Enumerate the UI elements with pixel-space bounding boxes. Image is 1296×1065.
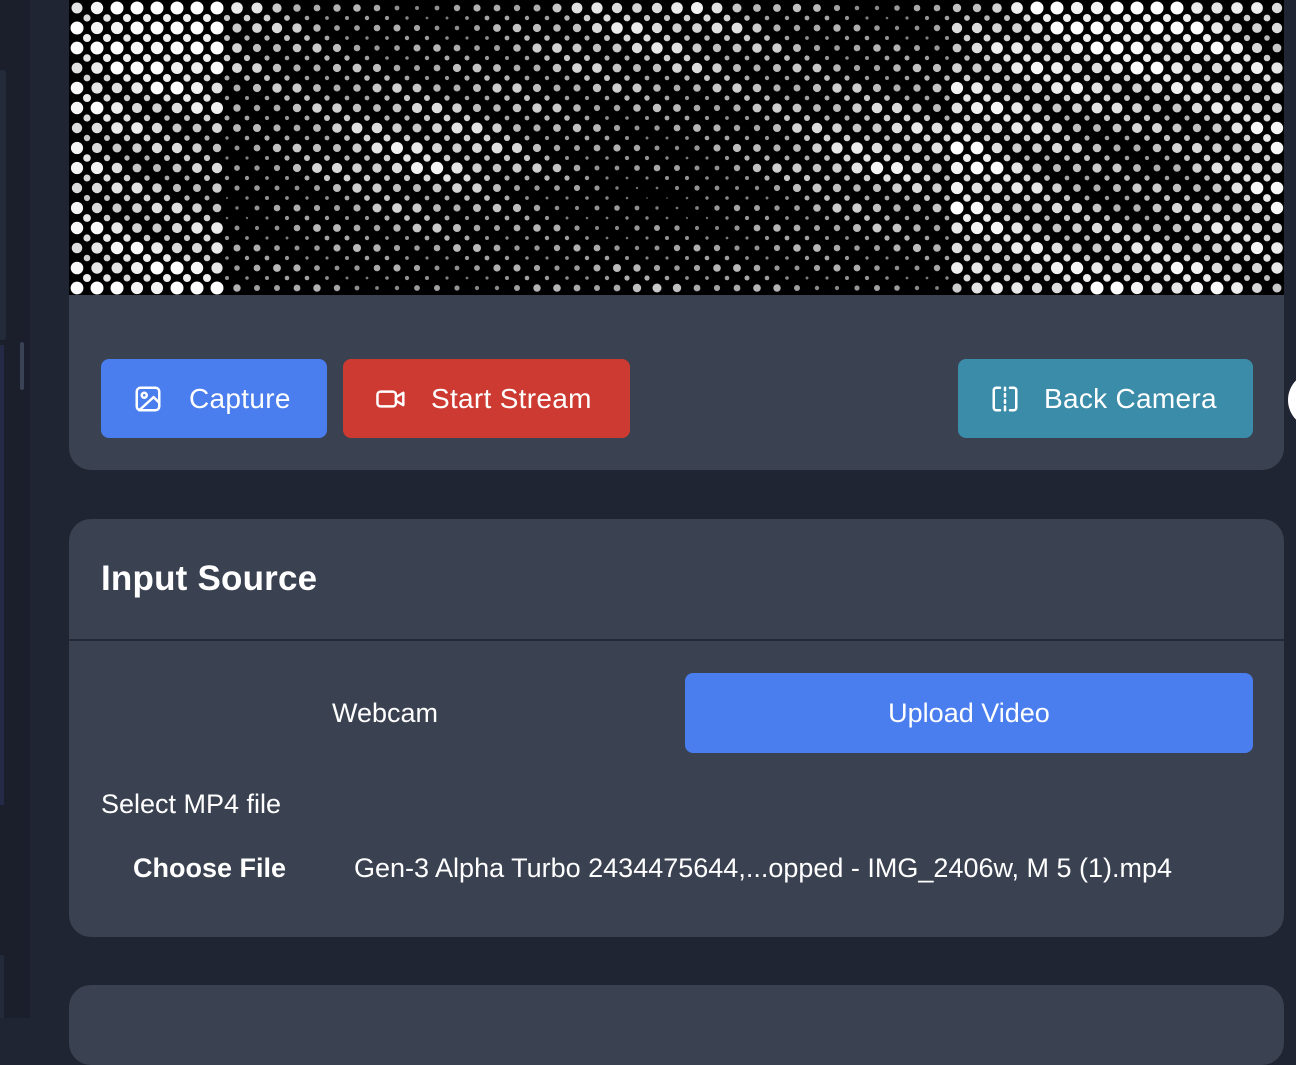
next-card [69,985,1284,1065]
video-camera-icon [376,389,405,408]
back-camera-button[interactable]: Back Camera [958,359,1253,438]
sidebar-panel-edge [0,955,4,1018]
card-divider [69,639,1284,641]
input-source-card: Input Source Webcam Upload Video Select … [69,519,1284,937]
sidebar-resize-handle[interactable] [20,342,24,390]
capture-button[interactable]: Capture [101,359,327,438]
tab-upload-video[interactable]: Upload Video [685,673,1253,753]
tab-webcam[interactable]: Webcam [101,673,669,753]
selected-file-name: Gen-3 Alpha Turbo 2434475644,...opped - … [354,853,1173,883]
start-stream-label: Start Stream [431,382,592,414]
sidebar-panel-edge [0,70,6,340]
back-camera-label: Back Camera [1044,382,1217,414]
select-file-label: Select MP4 file [101,789,282,819]
halftone-canvas [70,1,1284,295]
halftone-preview [69,0,1284,295]
image-icon [135,386,161,411]
choose-file-button[interactable]: Choose File [133,853,286,884]
flip-camera-icon [992,386,1018,411]
capture-button-label: Capture [189,382,291,414]
input-source-title: Input Source [101,559,318,598]
start-stream-button[interactable]: Start Stream [343,359,630,438]
sidebar-panel-edge [0,345,4,805]
floating-action-button[interactable] [1288,372,1296,428]
